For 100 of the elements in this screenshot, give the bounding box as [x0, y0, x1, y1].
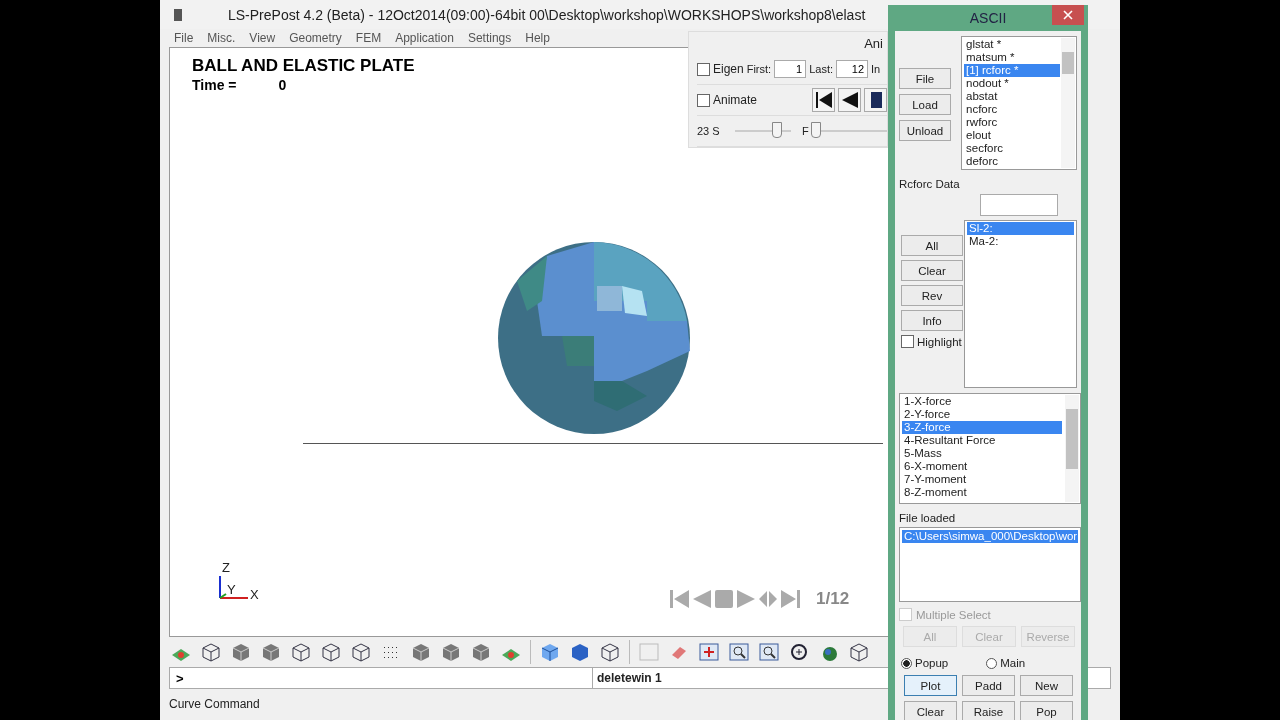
wireframe-cube-icon[interactable]	[320, 641, 342, 663]
radio-label: Main	[1000, 657, 1026, 669]
dialog-button[interactable]: Plot	[904, 675, 957, 696]
menu-item[interactable]: File	[174, 31, 194, 45]
wireframe-cube-icon[interactable]	[599, 641, 621, 663]
axis-label: Y	[227, 582, 236, 597]
shaded-cube-icon[interactable]	[260, 641, 282, 663]
list-item[interactable]: matsum *	[964, 51, 1060, 64]
rotate-icon[interactable]	[788, 641, 810, 663]
list-item[interactable]: 3-Z-force	[902, 421, 1062, 434]
scrollbar[interactable]	[1065, 395, 1079, 502]
list-item[interactable]: rwforc	[964, 116, 1060, 129]
field-label: First:	[746, 63, 772, 75]
checkbox[interactable]	[697, 62, 710, 76]
reverse-button[interactable]	[838, 88, 861, 112]
list-item[interactable]: 7-Y-moment	[902, 473, 1062, 486]
menu-item[interactable]: FEM	[355, 31, 382, 45]
dialog-button[interactable]: Rev	[901, 285, 963, 306]
shaded-cube-icon[interactable]	[470, 641, 492, 663]
command-field[interactable]: >	[169, 667, 593, 689]
list-item[interactable]: 2-Y-force	[902, 408, 1062, 421]
first-frame-button[interactable]	[812, 88, 835, 112]
list-item[interactable]: Sl-2:	[967, 222, 1074, 235]
dialog-button[interactable]: Clear	[904, 701, 957, 720]
menu-item[interactable]: View	[249, 31, 276, 45]
dialog-button[interactable]: Raise	[962, 701, 1015, 720]
shaded-cube-icon[interactable]	[440, 641, 462, 663]
zoom-icon[interactable]	[758, 641, 780, 663]
radio-label: Popup	[915, 657, 949, 669]
list-item[interactable]: ncforc	[964, 103, 1060, 116]
app-icon	[172, 7, 184, 22]
axis-label: X	[250, 587, 259, 602]
wireframe-cube-icon[interactable]	[350, 641, 372, 663]
list-item[interactable]: elout	[964, 129, 1060, 142]
dialog-button[interactable]: Info	[901, 310, 963, 331]
menu-item[interactable]: Geometry	[289, 31, 342, 45]
radio-button[interactable]	[986, 657, 998, 669]
cross-icon[interactable]	[698, 641, 720, 663]
checkbox-label: Multiple Select	[916, 608, 991, 621]
stop-icon	[868, 92, 883, 108]
list-item[interactable]: glstat *	[964, 38, 1060, 51]
list-item[interactable]: nodout *	[964, 77, 1060, 90]
checkbox-label: Eigen	[713, 62, 744, 76]
dialog-button[interactable]: Pop	[1020, 701, 1073, 720]
close-icon	[1063, 10, 1073, 20]
list-item[interactable]: 8-Z-moment	[902, 486, 1062, 499]
list-item[interactable]: [1] rcforc *	[964, 64, 1060, 77]
wireframe-cube-icon[interactable]	[200, 641, 222, 663]
section-label: File loaded	[899, 512, 957, 524]
menu-item[interactable]: Settings	[467, 31, 512, 45]
speed-slider[interactable]	[771, 122, 782, 138]
section-label: Rcforc Data	[899, 178, 961, 190]
list-item[interactable]: abstat	[964, 90, 1060, 103]
radio-button[interactable]	[901, 657, 912, 669]
filter-field[interactable]	[980, 194, 1058, 216]
zoom-icon[interactable]	[728, 641, 750, 663]
time-value: 0	[278, 77, 287, 93]
dialog-title: ASCII	[969, 10, 1007, 26]
list-item[interactable]: C:\Users\simwa_000\Desktop\wor	[902, 530, 1078, 543]
list-item[interactable]: 1-X-force	[902, 395, 1062, 408]
cube-icon[interactable]	[539, 641, 561, 663]
list-item[interactable]: 4-Resultant Force	[902, 434, 1062, 447]
window-title: LS-PrePost 4.2 (Beta) - 12Oct2014(09:00)-64bit 00\Desktop\workshop\WORKSHOPS\workshop8\elast	[228, 6, 866, 23]
shaded-cube-icon[interactable]	[230, 641, 252, 663]
last-frame-field[interactable]: 12	[836, 60, 868, 78]
shaded-cube-icon[interactable]	[410, 641, 432, 663]
reverse-icon	[841, 92, 858, 108]
scrollbar[interactable]	[1061, 38, 1075, 168]
list-item[interactable]: 5-Mass	[902, 447, 1062, 460]
dialog-button[interactable]: New	[1020, 675, 1073, 696]
close-button[interactable]	[1052, 5, 1084, 25]
axis-label: Z	[222, 560, 230, 575]
first-frame-icon	[814, 92, 833, 108]
dialog-button[interactable]: All	[901, 235, 963, 256]
wireframe-cube-icon[interactable]	[848, 641, 870, 663]
menu-item[interactable]: Application	[395, 31, 454, 45]
list-item[interactable]: Ma-2:	[967, 235, 1074, 248]
checkbox-label: Highlight	[917, 335, 962, 348]
checkbox[interactable]	[901, 335, 914, 348]
list-item[interactable]: secforc	[964, 142, 1060, 155]
first-frame-field[interactable]: 1	[774, 60, 807, 78]
menu-item[interactable]: Help	[525, 31, 550, 45]
speed-label: 23 S	[697, 125, 720, 137]
slider-label: F	[802, 125, 809, 137]
dialog-button[interactable]: Clear	[901, 260, 963, 281]
model-title: BALL AND ELASTIC PLATE	[192, 56, 415, 76]
frame-slider[interactable]	[810, 122, 821, 138]
dialog-button[interactable]: Unload	[899, 120, 951, 141]
panel-title: Ani	[863, 36, 884, 53]
list-item[interactable]: deforc	[964, 155, 1060, 168]
time-label: Time =	[192, 77, 237, 93]
cube-icon[interactable]	[569, 641, 591, 663]
list-item[interactable]: 6-X-moment	[902, 460, 1062, 473]
menu-item[interactable]: Misc.	[207, 31, 236, 45]
stop-button[interactable]	[864, 88, 887, 112]
dialog-button[interactable]: Load	[899, 94, 951, 115]
wireframe-cube-icon[interactable]	[290, 641, 312, 663]
dialog-button[interactable]: File	[899, 68, 951, 89]
checkbox[interactable]	[697, 93, 710, 107]
dialog-button[interactable]: Padd	[962, 675, 1015, 696]
